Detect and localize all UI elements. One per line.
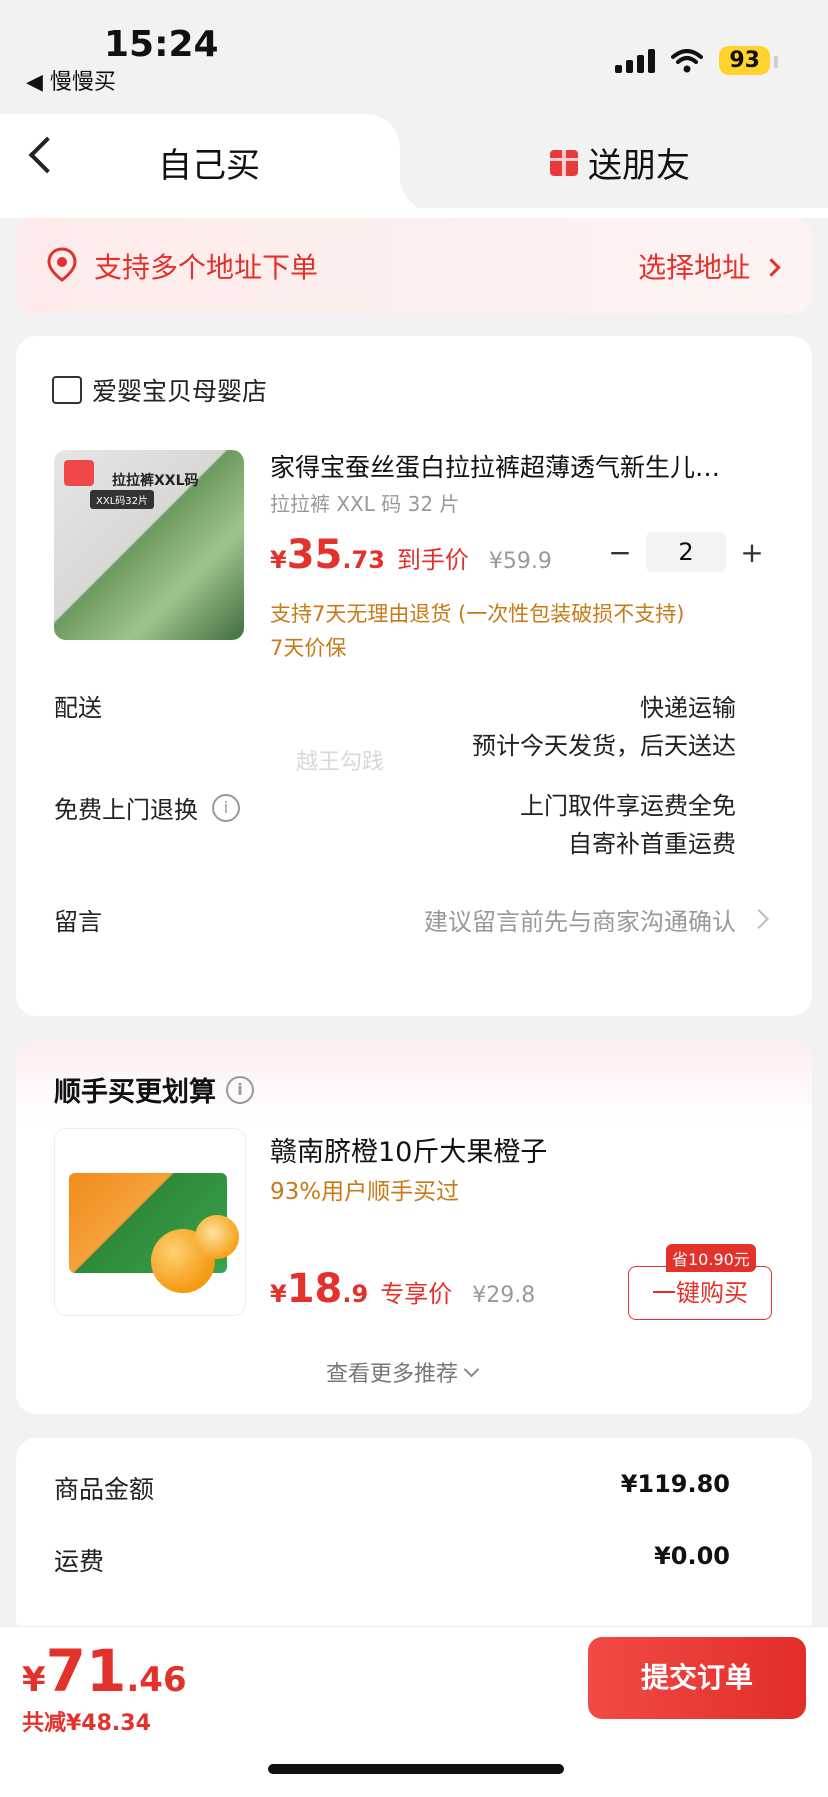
price-currency: ¥ (270, 546, 287, 574)
one-click-buy-button[interactable]: 一键购买 (628, 1266, 772, 1320)
orange-fruit (195, 1215, 239, 1259)
increase-quantity-button[interactable]: + (732, 536, 772, 569)
savings-badge: 省10.90元 (666, 1244, 756, 1272)
shipping-value: ¥0.00 (654, 1542, 730, 1570)
order-card: 爱婴宝贝母婴店 拉拉裤XXL码 XXL码32片 家得宝蚕丝蛋白拉拉裤超薄透气新生… (16, 336, 812, 1016)
cellular-signal-icon (615, 48, 656, 73)
price-tag: 到手价 (396, 546, 469, 574)
tab-gift-friend[interactable]: 送朋友 (550, 138, 690, 187)
price-currency: ¥ (270, 1280, 287, 1308)
goods-amount-label: 商品金额 (54, 1475, 155, 1504)
free-return-selfsend: 自寄补首重运费 (568, 830, 736, 858)
home-indicator[interactable] (268, 1764, 564, 1774)
quantity-input[interactable]: 2 (646, 532, 726, 572)
select-address-button[interactable]: 选择地址 (638, 246, 781, 286)
delivery-method: 快递运输 (640, 694, 736, 722)
delivery-label: 配送 (54, 694, 102, 722)
chevron-down-icon (463, 1361, 480, 1378)
address-hint: 支持多个地址下单 (94, 251, 319, 284)
tab-underlay (0, 208, 828, 218)
tab-self[interactable]: 自己买 (0, 114, 440, 214)
price-integer: 18 (286, 1266, 343, 1312)
shipping-label: 运费 (54, 1547, 105, 1576)
product-image-sublabel: XXL码32片 (90, 490, 154, 509)
location-pin-icon (47, 247, 77, 282)
free-return-row: 免费上门退换 i (54, 790, 240, 825)
delivery-estimate: 预计今天发货，后天送达 (472, 732, 736, 760)
decrease-quantity-button[interactable]: − (600, 536, 640, 569)
gift-icon (550, 149, 578, 176)
message-label: 留言 (54, 908, 102, 936)
return-policy: 支持7天无理由退货 (一次性包装破损不支持) (270, 602, 685, 626)
watermark: 越王勾践 (296, 750, 385, 775)
goods-amount-value: ¥119.80 (620, 1470, 730, 1498)
tab-self-label: 自己买 (158, 146, 260, 186)
recommendation-name[interactable]: 赣南脐橙10斤大果橙子 (270, 1130, 547, 1169)
original-price: ¥29.8 (472, 1283, 536, 1308)
free-return-pickup: 上门取件享运费全免 (520, 792, 736, 820)
product-image-label: 拉拉裤XXL码 (112, 473, 199, 489)
total-discount[interactable]: 共减¥48.34 (22, 1705, 151, 1737)
more-recommendations-link[interactable]: 查看更多推荐 (326, 1356, 480, 1388)
status-time: 15:24 (104, 24, 219, 65)
recommendation-title: 顺手买更划算 (54, 1077, 216, 1108)
wifi-icon (671, 48, 704, 72)
product-image[interactable]: 拉拉裤XXL码 XXL码32片 (54, 450, 244, 640)
total-price: ¥ 71 .46 (22, 1637, 187, 1705)
address-bar[interactable]: 支持多个地址下单 选择地址 (16, 218, 812, 314)
back-to-app-link[interactable]: ◀ 慢慢买 (26, 64, 116, 96)
back-chevron-icon[interactable] (28, 136, 66, 174)
purchase-mode-tabs: 自己买 送朋友 (0, 114, 828, 214)
price-protection: 7天价保 (270, 636, 347, 660)
info-icon[interactable]: i (226, 1075, 254, 1104)
recommendation-card: 顺手买更划算 i 赣南脐橙10斤大果橙子 93%用户顺手买过 ¥ 18 .9 专… (16, 1040, 812, 1414)
battery-indicator: 93 (719, 46, 778, 75)
store-icon (52, 376, 82, 404)
product-spec[interactable]: 拉拉裤 XXL 码 32 片 (270, 488, 459, 517)
quantity-stepper: − 2 + (600, 532, 772, 572)
chevron-right-icon (749, 909, 769, 929)
status-icons: 93 (615, 46, 778, 75)
message-input[interactable]: 建议留言前先与商家沟通确认 (424, 902, 736, 937)
product-price: ¥ 35 .73 到手价 ¥59.9 (270, 532, 552, 578)
price-tag: 专享价 (380, 1280, 453, 1308)
recommendation-social-proof: 93%用户顺手买过 (270, 1179, 460, 1205)
total-integer: 71 (45, 1637, 127, 1705)
select-address-label: 选择地址 (638, 251, 751, 284)
submit-order-button[interactable]: 提交订单 (588, 1637, 806, 1719)
original-price: ¥59.9 (488, 549, 552, 574)
total-decimal: .46 (126, 1660, 187, 1700)
recommendation-image[interactable] (54, 1128, 246, 1316)
tab-gift-friend-label: 送朋友 (588, 146, 690, 186)
free-return-label: 免费上门退换 (54, 796, 198, 824)
store-name[interactable]: 爱婴宝贝母婴店 (92, 372, 267, 408)
brand-logo (64, 460, 94, 486)
price-decimal: .73 (342, 546, 385, 574)
recommendation-price: ¥ 18 .9 专享价 ¥29.8 (270, 1266, 535, 1312)
chevron-right-icon (762, 258, 781, 277)
totals-card: 商品金额 ¥119.80 运费 ¥0.00 (16, 1438, 812, 1638)
total-currency: ¥ (22, 1660, 46, 1700)
price-integer: 35 (286, 532, 343, 578)
product-title[interactable]: 家得宝蚕丝蛋白拉拉裤超薄透气新生儿… (270, 448, 770, 484)
info-icon[interactable]: i (212, 793, 240, 822)
recommendation-header: 顺手买更划算 i (54, 1070, 254, 1109)
more-recommendations-label: 查看更多推荐 (326, 1362, 459, 1387)
price-decimal: .9 (342, 1280, 369, 1308)
